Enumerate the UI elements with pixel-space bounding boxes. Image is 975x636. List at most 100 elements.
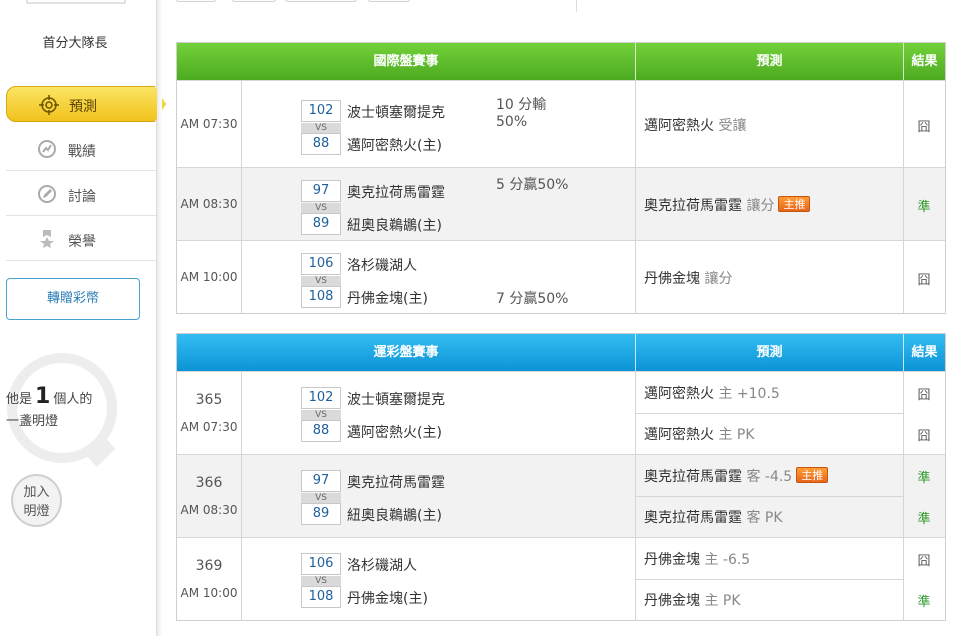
prediction-type: 讓分 <box>704 270 733 287</box>
nav-item-honor[interactable]: 榮譽 <box>6 217 156 261</box>
away-team-name[interactable]: 波士頓塞爾提克 <box>347 389 445 409</box>
filter-button-3[interactable] <box>285 0 357 2</box>
home-score: 88 <box>301 420 341 442</box>
prediction-team: 邁阿密熱火 <box>644 117 714 134</box>
away-team-name[interactable]: 洛杉磯湖人 <box>347 555 417 575</box>
ribbon-icon <box>40 230 54 248</box>
prediction-divider <box>635 413 903 414</box>
page: 首分大隊長 預測 戰績 討論 榮譽 轉贈彩幣 他是 1 個人的 一盞明燈 加入 … <box>0 0 975 636</box>
table-row: AM 08:30 97 VS 89 奧克拉荷馬雷霆 紐奧良鵜鶘(主) 5 分贏50% 奧克拉荷… <box>177 167 945 240</box>
away-score: 97 <box>301 180 341 202</box>
column-divider <box>241 81 242 167</box>
prediction: 丹佛金塊 主 -6.5 <box>644 549 750 569</box>
prediction-team: 奧克拉荷馬雷霆 <box>644 197 742 214</box>
filter-button-2[interactable] <box>232 0 276 2</box>
column-divider <box>635 241 636 313</box>
home-team-name[interactable]: 丹佛金塊(主) <box>347 288 428 308</box>
home-score: 89 <box>301 213 341 235</box>
table-row: AM 10:00 106 VS 108 洛杉磯湖人 丹佛金塊(主) 7 分贏50% 丹佛金塊 … <box>177 240 945 313</box>
featured-badge: 主推 <box>778 195 811 212</box>
prediction-team: 奧克拉荷馬雷霆 <box>644 469 742 485</box>
featured-badge: 主推 <box>796 467 829 483</box>
result-mark: 囧 <box>917 119 931 135</box>
match-time: AM 07:30 <box>180 116 238 131</box>
handicap-line-2: 50% <box>496 114 528 130</box>
prediction: 邁阿密熱火 主 +10.5 <box>644 383 780 403</box>
result-mark: 囧 <box>917 429 931 444</box>
prediction-team: 丹佛金塊 <box>644 593 700 609</box>
prediction: 奧克拉荷馬雷霆 讓分 主推 <box>644 195 811 215</box>
bulb-count: 1 <box>35 384 51 409</box>
table-row: 365 AM 07:30 102 VS 88 波士頓塞爾提克 邁阿密熱火(主) 邁阿密熱火 主… <box>177 371 945 454</box>
join-beacon-button[interactable]: 加入 明燈 <box>11 474 62 527</box>
prediction: 丹佛金塊 讓分 <box>644 268 732 288</box>
away-score: 106 <box>301 253 341 275</box>
vs-label: VS <box>301 410 341 420</box>
result-mark: 準 <box>917 595 931 610</box>
header-prediction: 預測 <box>635 334 903 371</box>
home-team-name[interactable]: 邁阿密熱火(主) <box>347 422 442 442</box>
prediction-team: 奧克拉荷馬雷霆 <box>644 510 742 526</box>
column-divider <box>241 372 242 454</box>
filter-button-4[interactable] <box>368 0 410 2</box>
home-team-name[interactable]: 丹佛金塊(主) <box>347 588 428 608</box>
header-game: 運彩盤賽事 <box>373 345 439 360</box>
header-game: 國際盤賽事 <box>373 54 439 69</box>
match-time: AM 07:30 <box>180 420 238 434</box>
header-result: 結果 <box>903 334 945 371</box>
prediction: 邁阿密熱火 主 PK <box>644 424 755 444</box>
home-team-name[interactable]: 紐奧良鵜鶘(主) <box>347 505 442 525</box>
home-score: 89 <box>301 503 341 525</box>
prediction-detail: 主 PK <box>704 593 741 609</box>
home-team-name[interactable]: 邁阿密熱火(主) <box>347 135 442 155</box>
table-header: 國際盤賽事 預測 結果 <box>177 43 945 80</box>
nav-label-discuss: 討論 <box>68 189 96 205</box>
sports-lottery-table: 運彩盤賽事 預測 結果 365 AM 07:30 102 VS 88 波士頓塞爾提克 邁阿密… <box>176 333 946 621</box>
away-team-name[interactable]: 奧克拉荷馬雷霆 <box>347 182 445 202</box>
prediction-detail: 主 -6.5 <box>704 552 751 568</box>
nav-item-record[interactable]: 戰績 <box>6 127 156 171</box>
prediction-detail: 客 -4.5 <box>746 469 793 485</box>
vs-label: VS <box>301 203 341 213</box>
match-time: AM 08:30 <box>180 503 238 517</box>
prediction-detail: 客 PK <box>746 510 783 526</box>
result-mark: 準 <box>917 471 931 486</box>
avatar[interactable] <box>26 0 126 4</box>
handicap-line: 7 分贏50% <box>496 291 569 307</box>
vs-label: VS <box>301 576 341 586</box>
result-mark: 準 <box>917 199 931 215</box>
prediction: 奧克拉荷馬雷霆 客 -4.5 主推 <box>644 466 829 486</box>
column-divider <box>635 81 636 167</box>
prediction-divider <box>635 579 903 580</box>
home-score: 88 <box>301 133 341 155</box>
gift-coins-button[interactable]: 轉贈彩幣 <box>6 278 140 320</box>
vs-label: VS <box>301 276 341 286</box>
result-mark: 囧 <box>917 272 931 288</box>
target-icon <box>39 95 59 115</box>
table-header: 運彩盤賽事 預測 結果 <box>177 334 945 371</box>
vs-label: VS <box>301 493 341 503</box>
table-row: AM 07:30 102 VS 88 波士頓塞爾提克 邁阿密熱火(主) 10 分輸 50% 邁阿… <box>177 80 945 167</box>
away-team-name[interactable]: 波士頓塞爾提克 <box>347 102 445 122</box>
handicap-line: 10 分輸 <box>496 97 547 113</box>
home-team-name[interactable]: 紐奧良鵜鶘(主) <box>347 215 442 235</box>
game-code: 365 <box>195 392 223 408</box>
nav-label-record: 戰績 <box>68 144 96 160</box>
result-mark: 準 <box>917 512 931 527</box>
result-mark: 囧 <box>917 388 931 403</box>
chart-icon <box>38 140 56 158</box>
prediction-team: 丹佛金塊 <box>644 270 700 287</box>
result-mark: 囧 <box>917 554 931 569</box>
header-prediction: 預測 <box>635 43 903 80</box>
sidebar: 首分大隊長 預測 戰績 討論 榮譽 轉贈彩幣 他是 1 個人的 一盞明燈 加入 … <box>0 0 166 636</box>
nav-item-predict[interactable]: 預測 <box>6 86 166 122</box>
column-divider <box>241 168 242 240</box>
away-team-name[interactable]: 洛杉磯湖人 <box>347 255 417 275</box>
table-row: 366 AM 08:30 97 VS 89 奧克拉荷馬雷霆 紐奧良鵜鶘(主) 奧克拉荷馬雷霆 … <box>177 454 945 537</box>
nav-item-discuss[interactable]: 討論 <box>6 172 156 216</box>
edit-icon <box>38 185 56 203</box>
away-score: 97 <box>301 470 341 492</box>
prediction-team: 邁阿密熱火 <box>644 386 714 402</box>
away-team-name[interactable]: 奧克拉荷馬雷霆 <box>347 472 445 492</box>
filter-button-1[interactable] <box>176 0 216 2</box>
